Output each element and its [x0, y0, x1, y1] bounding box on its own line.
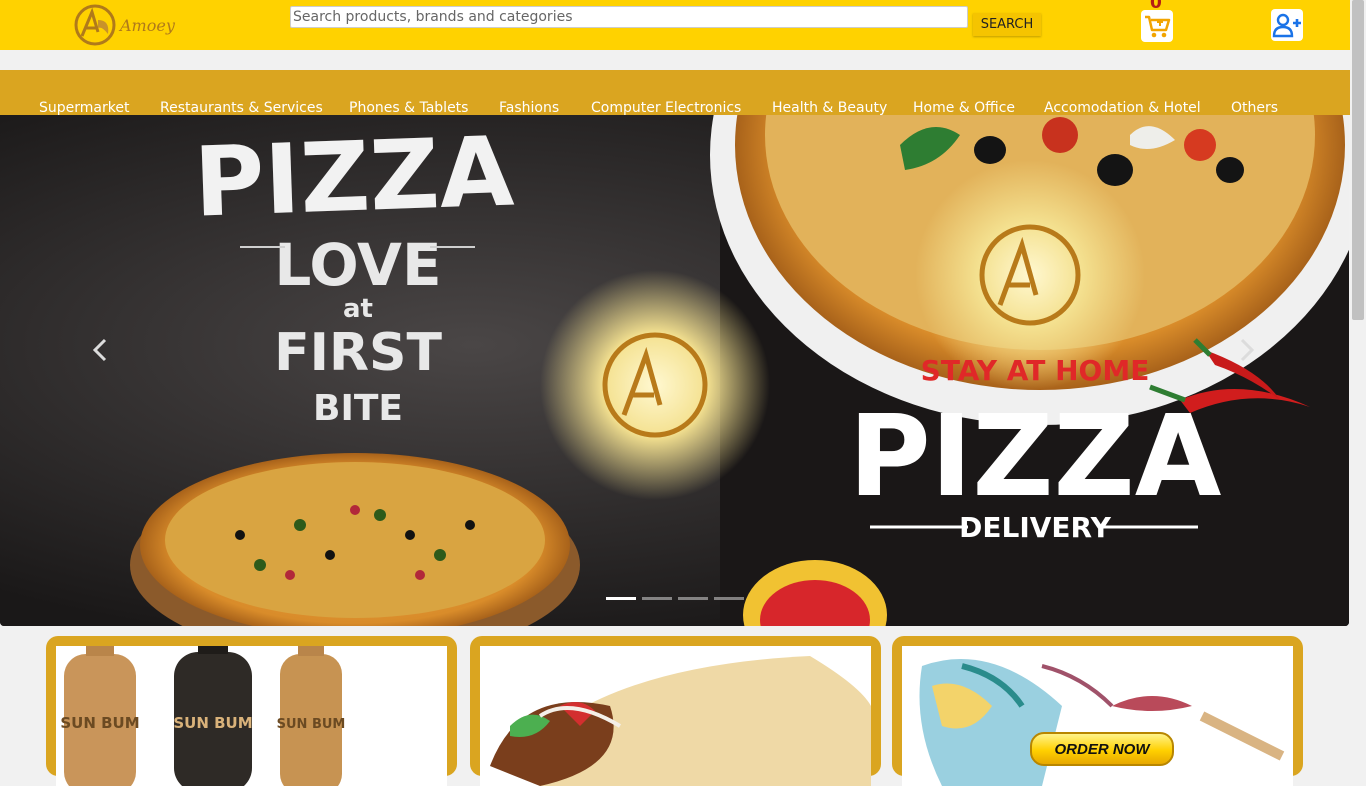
product-image-shawarma — [480, 646, 871, 786]
logo-text: Amoey — [120, 15, 175, 35]
svg-text:PIZZA: PIZZA — [849, 392, 1222, 522]
svg-text:DELIVERY: DELIVERY — [959, 511, 1111, 544]
cart-count-badge: 0 — [1150, 0, 1162, 13]
carousel-indicator-1[interactable] — [606, 597, 636, 600]
svg-text:at: at — [343, 294, 373, 324]
hero-carousel[interactable]: PIZZA LOVE at FIRST BITE STAY AT HOME PI… — [0, 115, 1349, 626]
svg-text:BITE: BITE — [313, 388, 403, 429]
carousel-indicator-4[interactable] — [714, 597, 744, 600]
search-button[interactable]: SEARCH — [973, 13, 1041, 36]
carousel-indicators — [606, 597, 750, 600]
product-card-sunbum[interactable]: SUN BUM SUN BUM SUN BUM — [46, 636, 457, 786]
search-input[interactable] — [290, 6, 968, 28]
logo-icon — [74, 4, 116, 46]
svg-text:SUN BUM: SUN BUM — [173, 714, 252, 732]
chevron-left-icon — [92, 338, 107, 362]
cart-button[interactable] — [1141, 10, 1173, 42]
product-image-shoes: ORDER NOW — [902, 646, 1293, 786]
carousel-indicator-3[interactable] — [678, 597, 708, 600]
product-card-shoes[interactable]: ORDER NOW — [892, 636, 1303, 786]
product-image-sunbum: SUN BUM SUN BUM SUN BUM — [56, 646, 447, 786]
svg-text:STAY AT HOME: STAY AT HOME — [921, 354, 1150, 387]
carousel-next-button[interactable] — [1227, 330, 1267, 370]
hero-pizza-title-left: PIZZA — [192, 115, 515, 238]
svg-text:SUN BUM: SUN BUM — [277, 717, 346, 732]
product-card-shawarma[interactable] — [470, 636, 881, 786]
add-user-icon — [1272, 13, 1301, 38]
add-user-button[interactable] — [1271, 9, 1303, 41]
svg-text:LOVE: LOVE — [274, 231, 441, 299]
site-logo[interactable]: Amoey — [72, 2, 182, 48]
order-now-button[interactable]: ORDER NOW — [1030, 732, 1174, 766]
cart-icon — [1145, 15, 1171, 38]
carousel-indicator-2[interactable] — [642, 597, 672, 600]
carousel-prev-button[interactable] — [80, 330, 120, 370]
shawarma-image — [480, 646, 871, 786]
svg-text:SUN BUM: SUN BUM — [60, 714, 139, 732]
chevron-right-icon — [1240, 338, 1255, 362]
scrollbar-thumb[interactable] — [1352, 0, 1364, 320]
sun-bum-bottles-image: SUN BUM SUN BUM SUN BUM — [56, 646, 447, 786]
hero-banner-image: PIZZA LOVE at FIRST BITE STAY AT HOME PI… — [0, 115, 1349, 626]
svg-text:FIRST: FIRST — [274, 323, 442, 383]
